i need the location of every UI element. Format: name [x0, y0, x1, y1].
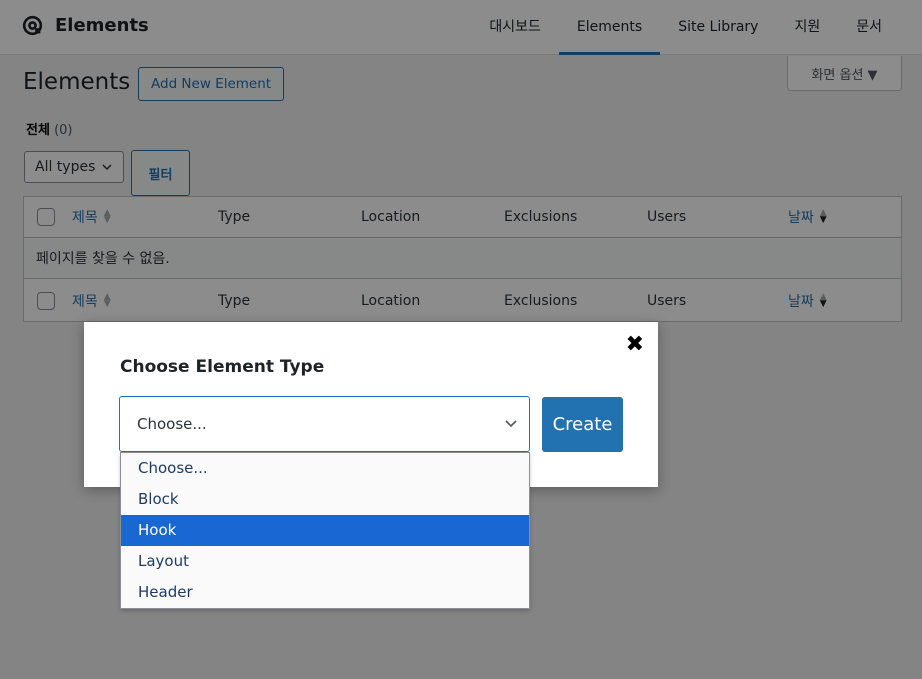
option-header[interactable]: Header	[121, 577, 529, 608]
element-type-select-value: Choose...	[137, 415, 207, 433]
option-block[interactable]: Block	[121, 484, 529, 515]
chevron-down-icon	[505, 420, 517, 428]
option-choose[interactable]: Choose...	[121, 453, 529, 484]
create-button[interactable]: Create	[542, 397, 623, 452]
element-type-select[interactable]: Choose...	[119, 396, 530, 452]
option-hook[interactable]: Hook	[121, 515, 529, 546]
element-type-dropdown: Choose... Block Hook Layout Header	[120, 452, 530, 609]
option-layout[interactable]: Layout	[121, 546, 529, 577]
modal-title: Choose Element Type	[120, 357, 325, 377]
close-icon[interactable]: ✖	[626, 334, 644, 356]
